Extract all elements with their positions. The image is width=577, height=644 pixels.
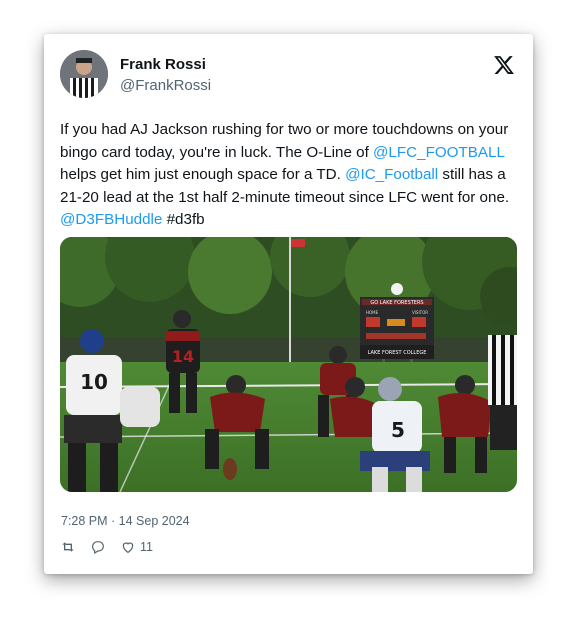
heart-icon [122,542,134,554]
avatar[interactable] [60,50,108,98]
reply-icon [92,541,104,555]
author-handle[interactable]: @FrankRossi [120,77,211,94]
hashtag[interactable]: #d3fb [167,211,205,228]
author-name[interactable]: Frank Rossi [120,56,206,73]
retweet-button[interactable] [60,539,76,555]
scoreboard-sign: LAKE FOREST COLLEGE [368,350,427,356]
jersey-number-red: 14 [172,347,194,366]
tweet-card: Frank Rossi @FrankRossi If you had AJ Ja… [44,34,533,574]
reply-button[interactable] [90,539,106,555]
scoreboard-visitor: VISITOR [412,310,428,315]
scoreboard-home: HOME [366,310,379,315]
tweet-text-segment: helps get him just enough space for a TD… [60,166,346,183]
jersey-number-white-right: 5 [391,418,405,442]
retweet-icon [62,542,74,552]
like-button[interactable]: 11 [120,539,153,555]
jersey-number-white-left: 10 [80,370,108,394]
scoreboard-banner: GO LAKE FORESTERS [370,300,423,306]
tweet-text: If you had AJ Jackson rushing for two or… [60,119,522,232]
like-count: 11 [140,540,153,554]
mention-link[interactable]: @LFC_FOOTBALL [373,144,504,161]
mention-link[interactable]: @D3FBHuddle [60,211,162,228]
mention-link[interactable]: @IC_Football [345,166,438,183]
x-logo-icon[interactable] [493,54,515,76]
referee [488,335,517,450]
timestamp[interactable]: 7:28 PM · 14 Sep 2024 [61,514,190,528]
action-bar: 11 [60,539,167,555]
tweet-photo[interactable]: GO LAKE FORESTERS HOME VISITOR LAKE FORE… [60,237,517,492]
football-photo: GO LAKE FORESTERS HOME VISITOR LAKE FORE… [60,237,517,492]
avatar-image [60,50,108,98]
